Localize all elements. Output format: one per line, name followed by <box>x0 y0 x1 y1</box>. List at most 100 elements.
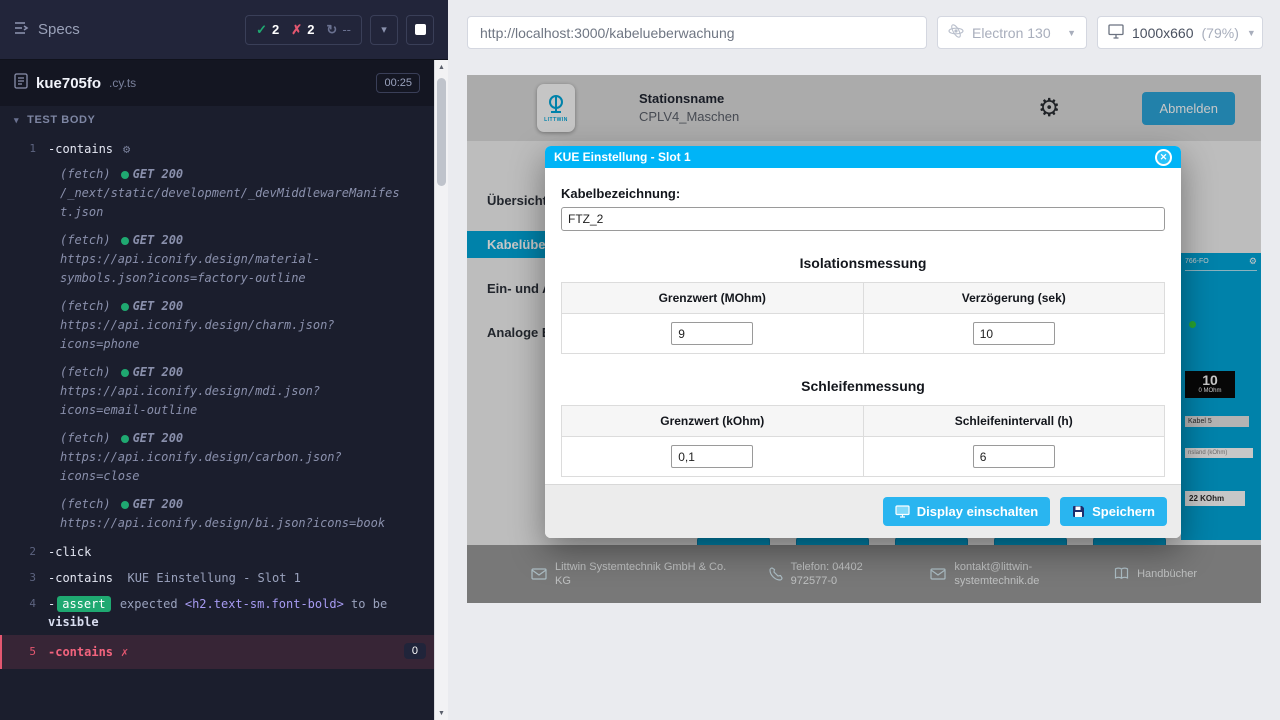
fetch-status: GET 200 <box>133 495 184 514</box>
table-cell <box>562 437 864 477</box>
network-log-entry[interactable]: (fetch) GET 200 https://api.iconify.desig… <box>0 360 434 426</box>
cable-name-input[interactable] <box>561 207 1165 231</box>
scroll-down-arrow[interactable]: ▼ <box>435 706 448 720</box>
stop-icon <box>415 24 426 35</box>
cypress-runner-panel: Specs ✓2 ✗2 ↻-- ▾ kue705fo .cy.t <box>0 0 448 720</box>
network-log-entry[interactable]: (fetch) GET 200 https://api.iconify.desig… <box>0 492 434 539</box>
command-log: 1 -contains⚙ (fetch)GET 200 /_next/stati… <box>0 134 434 720</box>
status-dot-icon <box>121 171 129 179</box>
close-icon[interactable]: ✕ <box>1155 149 1172 166</box>
modal-titlebar: KUE Einstellung - Slot 1 ✕ <box>545 146 1181 168</box>
isolation-verzoegerung-input[interactable] <box>973 322 1055 345</box>
stop-button[interactable] <box>406 15 434 45</box>
status-dot-icon <box>121 237 129 245</box>
network-log-entry[interactable]: (fetch)GET 200 https://api.iconify.desig… <box>0 294 434 360</box>
chevron-down-icon: ▼ <box>1247 28 1256 38</box>
command-row-assert[interactable]: 4 -assert expected <h2.text-sm.font-bold… <box>0 591 434 635</box>
command-number: 4 <box>0 595 48 613</box>
modal-footer: Display einschalten Speichern <box>545 484 1181 538</box>
scrollbar[interactable]: ▲ ▼ <box>434 60 448 720</box>
display-on-button[interactable]: Display einschalten <box>883 497 1050 526</box>
fetch-url: https://api.iconify.design/charm.json?ic… <box>60 316 406 354</box>
isolation-table: Grenzwert (MOhm) Verzögerung (sek) <box>561 282 1165 354</box>
isolation-col-verzoegerung: Verzögerung (sek) <box>863 283 1165 314</box>
section-label: TEST BODY <box>27 114 95 126</box>
isolation-section-title: Isolationsmessung <box>561 255 1165 271</box>
command-number: 2 <box>0 543 48 561</box>
test-stats: ✓2 ✗2 ↻-- <box>245 15 362 45</box>
fetch-label: (fetch) <box>60 363 111 382</box>
collapse-button[interactable]: ▾ <box>370 15 398 45</box>
browser-label: Electron 130 <box>972 25 1051 41</box>
command-name: -contains <box>48 571 113 585</box>
network-log-entry[interactable]: (fetch) GET 200 https://api.iconify.desig… <box>0 228 434 294</box>
fetch-label: (fetch) <box>60 231 111 250</box>
runner-topbar: Specs ✓2 ✗2 ↻-- ▾ <box>0 0 448 60</box>
command-number: 3 <box>0 569 48 587</box>
save-button[interactable]: Speichern <box>1060 497 1167 526</box>
command-number: 5 <box>2 643 48 661</box>
fetch-status: GET 200 <box>133 429 184 448</box>
fetch-label: (fetch) <box>60 495 111 514</box>
assert-expected: expected <box>120 597 178 611</box>
aut-toolbar: Electron 130 ▼ 1000x660 (79%) ▼ <box>467 16 1263 49</box>
browser-selector[interactable]: Electron 130 ▼ <box>937 16 1087 49</box>
fetch-url: https://api.iconify.design/material-symb… <box>60 250 406 288</box>
reporter: kue705fo .cy.ts 00:25 ▾ TEST BODY 1 -con… <box>0 60 434 720</box>
stat-passed: ✓2 <box>256 22 279 38</box>
scrollbar-track[interactable] <box>435 74 448 706</box>
fetch-url: https://api.iconify.design/bi.json?icons… <box>60 514 406 533</box>
stat-pending: ↻-- <box>326 22 351 38</box>
floppy-disk-icon <box>1072 505 1085 518</box>
fetch-url: https://api.iconify.design/mdi.json?icon… <box>60 382 406 420</box>
spec-file-icon <box>14 73 28 94</box>
runner-controls: ✓2 ✗2 ↻-- ▾ <box>245 15 434 45</box>
viewport-selector[interactable]: 1000x660 (79%) ▼ <box>1097 16 1263 49</box>
test-body-section[interactable]: ▾ TEST BODY <box>0 106 434 134</box>
fetch-status: GET 200 <box>133 165 184 184</box>
network-log-entry[interactable]: (fetch)GET 200 https://api.iconify.desig… <box>0 426 434 492</box>
isolation-grenzwert-input[interactable] <box>671 322 753 345</box>
modal-title: KUE Einstellung - Slot 1 <box>554 150 691 164</box>
fetch-status: GET 200 <box>133 231 184 250</box>
command-row[interactable]: 1 -contains⚙ <box>0 136 434 162</box>
specs-label: Specs <box>38 21 80 38</box>
scrollbar-thumb[interactable] <box>437 78 446 186</box>
status-dot-icon <box>121 501 129 509</box>
app-under-test: LITTWIN Stationsname CPLV4_Maschen ⚙ Abm… <box>467 75 1261 603</box>
specs-toggle[interactable]: Specs <box>14 21 80 39</box>
gear-icon: ⚙ <box>123 142 130 156</box>
loop-intervall-input[interactable] <box>973 445 1055 468</box>
electron-icon <box>948 23 964 42</box>
table-cell <box>863 314 1165 354</box>
specs-list-icon <box>14 21 30 39</box>
screen: Specs ✓2 ✗2 ↻-- ▾ kue705fo .cy.t <box>0 0 1280 720</box>
cable-name-label: Kabelbezeichnung: <box>561 186 1165 201</box>
command-row[interactable]: 3 -contains KUE Einstellung - Slot 1 <box>0 565 434 591</box>
network-log-entry[interactable]: (fetch)GET 200 /_next/static/development… <box>0 162 434 228</box>
fail-x-icon: ✗ <box>121 645 128 659</box>
assert-dash: - <box>48 597 55 611</box>
table-cell <box>863 437 1165 477</box>
loop-grenzwert-input[interactable] <box>671 445 753 468</box>
status-dot-icon <box>121 435 129 443</box>
spec-duration: 00:25 <box>376 73 420 93</box>
scroll-up-arrow[interactable]: ▲ <box>435 60 448 74</box>
command-number: 1 <box>0 140 48 158</box>
command-name: -click <box>48 545 91 559</box>
url-input[interactable] <box>467 16 927 49</box>
check-icon: ✓ <box>256 22 267 38</box>
command-name: -contains <box>48 645 113 659</box>
command-row-failed[interactable]: 5 -contains✗ 0 <box>0 635 434 669</box>
fetch-label: (fetch) <box>60 429 111 448</box>
fetch-status: GET 200 <box>133 363 184 382</box>
assert-mid: to be <box>351 597 387 611</box>
loop-section-title: Schleifenmessung <box>561 378 1165 394</box>
display-icon <box>895 505 910 518</box>
loop-table: Grenzwert (kOhm) Schleifenintervall (h) <box>561 405 1165 477</box>
stat-failed: ✗2 <box>291 22 314 38</box>
fetch-label: (fetch) <box>60 165 111 184</box>
monitor-icon <box>1108 24 1124 42</box>
spec-header[interactable]: kue705fo .cy.ts 00:25 <box>0 60 434 106</box>
command-row[interactable]: 2 -click <box>0 539 434 565</box>
